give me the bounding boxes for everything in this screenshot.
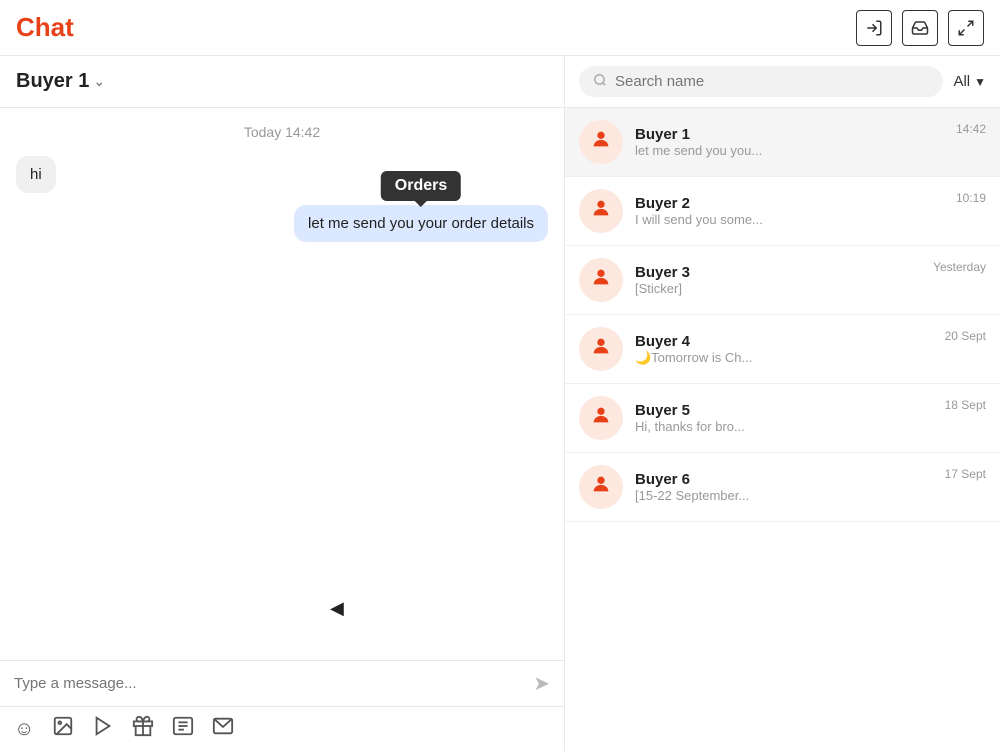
person-icon	[590, 197, 612, 225]
contact-time: 14:42	[956, 120, 986, 136]
cursor: ◀	[330, 598, 344, 619]
message-bubble: hi	[16, 156, 56, 193]
contact-preview: Hi, thanks for bro...	[635, 419, 795, 434]
contact-preview: 🌙Tomorrow is Ch...	[635, 350, 795, 366]
chevron-down-icon[interactable]: ⌄	[93, 73, 105, 90]
contact-time: 18 Sept	[945, 396, 986, 412]
avatar	[579, 189, 623, 233]
contact-time: 10:19	[956, 189, 986, 205]
expand-icon[interactable]	[948, 10, 984, 46]
person-icon	[590, 128, 612, 156]
contact-info: Buyer 4 🌙Tomorrow is Ch...	[635, 333, 933, 366]
person-icon	[590, 266, 612, 294]
person-icon	[590, 335, 612, 363]
contact-item[interactable]: Buyer 3 [Sticker] Yesterday	[565, 246, 1000, 315]
header-icon-group	[856, 10, 984, 46]
contact-name: Buyer 6	[635, 471, 933, 488]
chat-messages: Today 14:42 hi Orders let me send you yo…	[0, 108, 564, 660]
contact-item[interactable]: Buyer 6 [15-22 September... 17 Sept	[565, 453, 1000, 522]
contact-item[interactable]: Buyer 2 I will send you some... 10:19	[565, 177, 1000, 246]
message-left-1: hi	[16, 156, 548, 193]
search-box	[579, 66, 943, 97]
orders-tooltip: Orders	[381, 171, 461, 201]
contact-info: Buyer 1 let me send you you...	[635, 126, 944, 158]
filter-button[interactable]: All ▼	[953, 73, 986, 90]
contact-name: Buyer 4	[635, 333, 933, 350]
avatar	[579, 465, 623, 509]
contact-name: Buyer 5	[635, 402, 933, 419]
signin-icon[interactable]	[856, 10, 892, 46]
emoji-icon[interactable]: ☺	[14, 718, 34, 741]
gift-icon[interactable]	[132, 715, 154, 743]
contact-info: Buyer 3 [Sticker]	[635, 264, 921, 296]
contact-item[interactable]: Buyer 5 Hi, thanks for bro... 18 Sept	[565, 384, 1000, 453]
chat-date-label: Today 14:42	[16, 124, 548, 140]
app-title: Chat	[16, 12, 74, 43]
contact-info: Buyer 6 [15-22 September...	[635, 471, 933, 503]
contact-preview: I will send you some...	[635, 212, 795, 227]
main-layout: Buyer 1 ⌄ Today 14:42 hi Orders let me s…	[0, 56, 1000, 751]
inbox-icon[interactable]	[902, 10, 938, 46]
chat-contact-name: Buyer 1	[16, 70, 89, 93]
chat-header: Buyer 1 ⌄	[0, 56, 564, 108]
contacts-list: Buyer 1 let me send you you... 14:42 Buy…	[565, 108, 1000, 751]
chat-toolbar: ☺	[0, 706, 564, 751]
message-right-2: Orders let me send you your order detail…	[16, 205, 548, 242]
contact-info: Buyer 5 Hi, thanks for bro...	[635, 402, 933, 434]
app-header: Chat	[0, 0, 1000, 56]
contact-preview: let me send you you...	[635, 143, 795, 158]
message-with-tooltip: Orders let me send you your order detail…	[294, 205, 548, 242]
avatar	[579, 327, 623, 371]
image-icon[interactable]	[52, 715, 74, 743]
message-input[interactable]	[14, 675, 533, 692]
filter-label: All	[953, 73, 970, 90]
contacts-search-bar: All ▼	[565, 56, 1000, 108]
contact-name: Buyer 3	[635, 264, 921, 281]
avatar	[579, 258, 623, 302]
contact-item[interactable]: Buyer 1 let me send you you... 14:42	[565, 108, 1000, 177]
send-button[interactable]: ➤	[533, 671, 550, 696]
contact-name: Buyer 2	[635, 195, 944, 212]
search-icon	[593, 73, 607, 90]
attachment-icon[interactable]	[172, 715, 194, 743]
mail-icon[interactable]	[212, 715, 234, 743]
contact-time: Yesterday	[933, 258, 986, 274]
avatar	[579, 120, 623, 164]
contact-info: Buyer 2 I will send you some...	[635, 195, 944, 227]
contact-preview: [Sticker]	[635, 281, 795, 296]
contacts-panel: All ▼ Buyer 1 let me send you you... 14:…	[565, 56, 1000, 751]
chat-panel: Buyer 1 ⌄ Today 14:42 hi Orders let me s…	[0, 56, 565, 751]
person-icon	[590, 404, 612, 432]
filter-chevron-icon: ▼	[974, 75, 986, 89]
contact-name: Buyer 1	[635, 126, 944, 143]
contact-item[interactable]: Buyer 4 🌙Tomorrow is Ch... 20 Sept	[565, 315, 1000, 384]
contact-preview: [15-22 September...	[635, 488, 795, 503]
chat-input-area: ➤	[0, 660, 564, 706]
person-icon	[590, 473, 612, 501]
contact-time: 20 Sept	[945, 327, 986, 343]
avatar	[579, 396, 623, 440]
search-input[interactable]	[615, 73, 929, 90]
video-icon[interactable]	[92, 715, 114, 743]
contact-time: 17 Sept	[945, 465, 986, 481]
